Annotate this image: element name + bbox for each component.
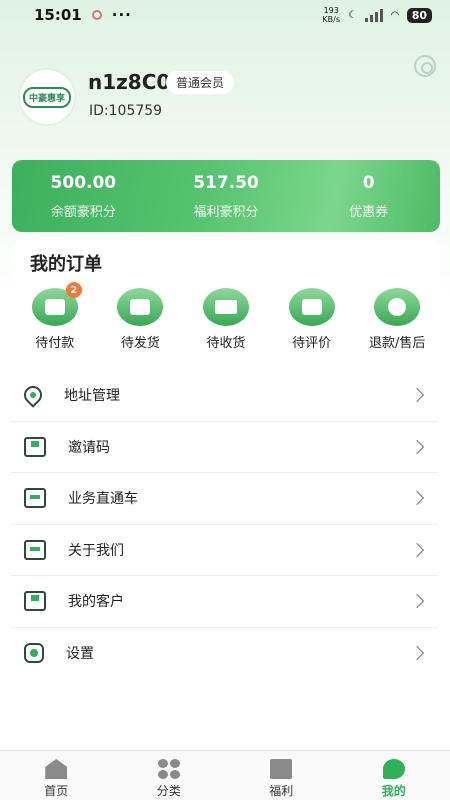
menu-item-label: 我的客户 <box>68 594 124 611</box>
settings-gear-icon[interactable] <box>414 55 436 77</box>
coupons-label: 优惠券 <box>349 204 389 220</box>
balance-points-value: 500.00 <box>50 172 117 193</box>
order-label: 退款/售后 <box>368 336 426 351</box>
order-label: 待付款 <box>35 336 75 351</box>
menu-item-label: 设置 <box>66 646 94 663</box>
clipboard-glyph <box>130 299 151 315</box>
username: n1z8C0 <box>88 70 171 94</box>
welfare-points[interactable]: 517.50 福利豪积分 <box>155 173 298 220</box>
wallet-icon: 2 <box>31 282 82 326</box>
coupons[interactable]: 0 优惠券 <box>297 173 440 220</box>
tab-label: 我的 <box>381 784 406 798</box>
chevron-right-icon <box>409 542 425 557</box>
menu-item-about-us[interactable]: 关于我们 <box>10 525 438 576</box>
chevron-right-icon <box>409 388 425 403</box>
note-glyph <box>301 299 322 315</box>
menu-item-label: 业务直通车 <box>68 491 138 508</box>
my-orders-card: 我的订单 2 待付款 待发货 待收货 待评价 退款/售后 <box>12 240 440 358</box>
member-level-badge: 普通会员 <box>166 71 235 94</box>
status-indicators: 193 KB/s ☾ ◠ 80 <box>322 6 432 24</box>
orders-title: 我的订单 <box>30 254 102 275</box>
chevron-right-icon <box>409 439 425 454</box>
truck-glyph <box>214 300 237 314</box>
wallet-glyph <box>44 299 65 315</box>
wifi-icon: ◠ <box>390 9 399 21</box>
points-card: 500.00 余额豪积分 517.50 福利豪积分 0 优惠券 <box>12 160 440 232</box>
mail-icon <box>24 591 46 612</box>
tab-label: 首页 <box>44 784 69 798</box>
box-icon <box>24 488 46 509</box>
truck-icon <box>202 288 249 326</box>
status-time: 15:01 <box>34 6 82 24</box>
menu-item-business[interactable]: 业务直通车 <box>10 473 438 525</box>
bottom-tab-bar: 首页 分类 福利 我的 <box>0 750 450 800</box>
network-speed-value: 193 <box>323 6 339 15</box>
balance-points-label: 余额豪积分 <box>50 204 116 220</box>
tab-welfare[interactable]: 福利 <box>225 751 338 800</box>
tab-home[interactable]: 首页 <box>0 751 113 800</box>
mail-icon <box>24 436 46 457</box>
order-label: 待评价 <box>292 336 332 351</box>
edit-note-icon <box>288 288 335 326</box>
gift-icon <box>270 759 293 779</box>
menu-item-label: 邀请码 <box>68 439 110 456</box>
avatar[interactable]: 中豪惠享 <box>18 68 76 126</box>
coupons-value: 0 <box>362 172 375 193</box>
menu-item-my-customers[interactable]: 我的客户 <box>10 576 438 628</box>
signal-icon <box>364 8 383 22</box>
settings-icon <box>24 643 44 664</box>
tab-label: 分类 <box>156 784 181 798</box>
moon-icon: ☾ <box>348 9 357 21</box>
pending-payment-badge: 2 <box>65 282 82 298</box>
network-speed-unit: KB/s <box>322 15 341 24</box>
menu-item-settings[interactable]: 设置 <box>10 628 438 680</box>
status-bar: 15:01 ··· 193 KB/s ☾ ◠ 80 <box>0 0 450 30</box>
tab-label: 福利 <box>269 784 294 798</box>
welfare-points-label: 福利豪积分 <box>193 204 259 220</box>
tab-mine[interactable]: 我的 <box>338 751 450 800</box>
orders-row: 2 待付款 待发货 待收货 待评价 退款/售后 <box>12 282 440 351</box>
order-pending-review[interactable]: 待评价 <box>269 288 355 351</box>
chevron-right-icon <box>409 491 425 506</box>
order-pending-receipt[interactable]: 待收货 <box>183 288 269 351</box>
order-label: 待收货 <box>206 336 246 351</box>
menu-item-invite-code[interactable]: 邀请码 <box>10 422 438 473</box>
home-icon <box>45 759 68 779</box>
balance-points[interactable]: 500.00 余额豪积分 <box>12 173 155 220</box>
order-pending-shipment[interactable]: 待发货 <box>98 288 184 351</box>
user-id: ID:105759 <box>89 103 163 119</box>
network-speed: 193 KB/s <box>322 6 340 24</box>
tab-category[interactable]: 分类 <box>113 751 226 800</box>
order-label: 待发货 <box>120 336 160 351</box>
menu-item-label: 关于我们 <box>68 542 124 559</box>
avatar-logo: 中豪惠享 <box>22 86 71 108</box>
chevron-right-icon <box>409 594 425 609</box>
profile-icon <box>382 759 405 779</box>
refund-glyph <box>388 298 407 316</box>
refund-icon <box>374 288 421 326</box>
category-icon <box>157 759 180 779</box>
clipboard-clock-icon <box>117 288 164 326</box>
notification-icon <box>91 10 102 20</box>
location-pin-icon <box>20 382 46 408</box>
box-icon <box>24 539 46 560</box>
more-notifications-icon: ··· <box>111 6 132 24</box>
order-refund-aftersale[interactable]: 退款/售后 <box>354 288 440 351</box>
order-pending-payment[interactable]: 2 待付款 <box>12 282 98 351</box>
menu-item-address[interactable]: 地址管理 <box>10 370 438 422</box>
welfare-points-value: 517.50 <box>193 172 259 193</box>
chevron-right-icon <box>409 646 425 661</box>
battery-indicator: 80 <box>406 7 432 23</box>
menu-item-label: 地址管理 <box>64 388 120 405</box>
menu-list: 地址管理 邀请码 业务直通车 关于我们 我的客户 设置 <box>10 370 438 679</box>
